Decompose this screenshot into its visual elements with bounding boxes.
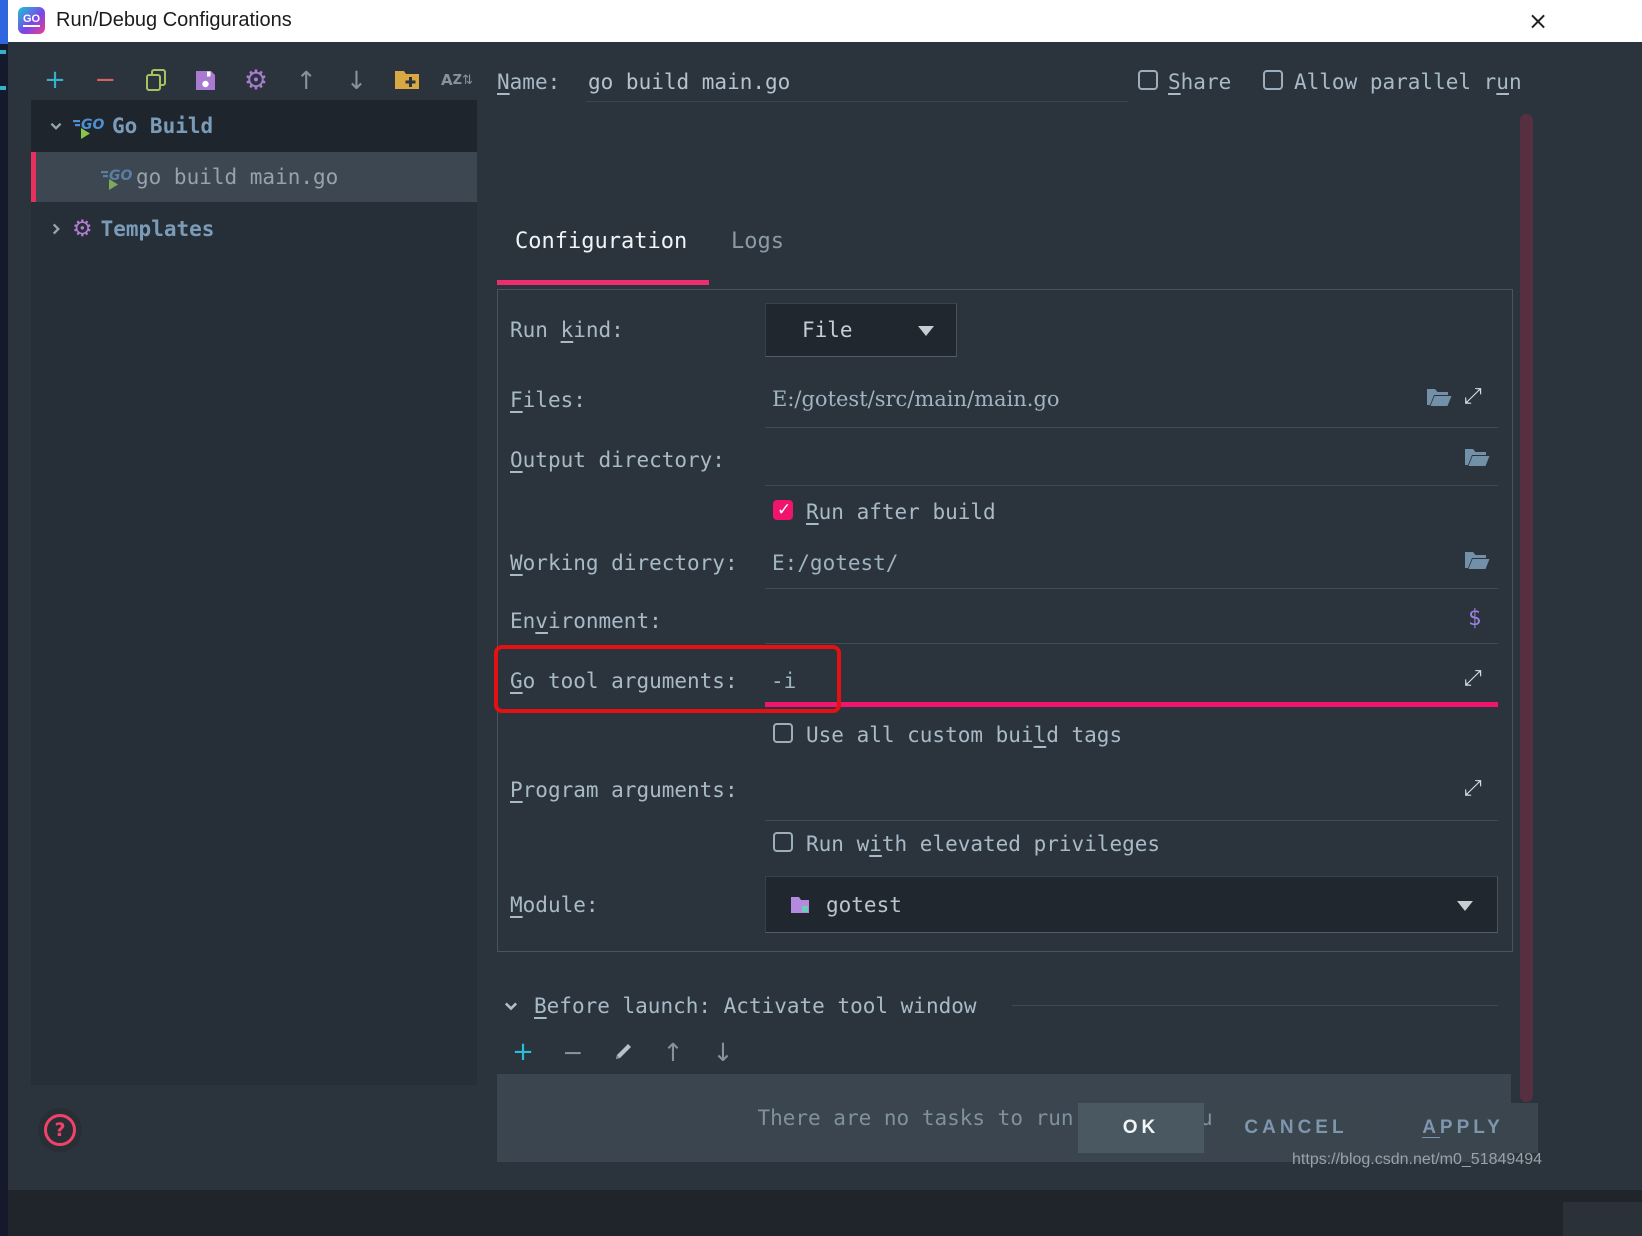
environment-label: Environment: — [510, 609, 662, 633]
working-directory-underline — [765, 588, 1498, 589]
share-checkbox[interactable] — [1138, 70, 1158, 90]
browse-folder-icon[interactable] — [1464, 549, 1490, 571]
new-folder-icon[interactable] — [392, 64, 422, 96]
move-task-down-icon[interactable]: ↓ — [708, 1036, 738, 1068]
dialog-body: + − ⚙ ↑ ↓ — [8, 42, 1642, 1190]
ok-button[interactable]: OK — [1078, 1103, 1204, 1153]
run-kind-label: Run kind: — [510, 318, 624, 342]
go-build-icon: GO — [100, 164, 132, 190]
files-underline — [765, 427, 1498, 428]
remove-task-icon[interactable]: − — [558, 1036, 588, 1068]
before-launch-header[interactable]: Before launch: Activate tool window — [534, 994, 977, 1018]
titlebar: GO Run/Debug Configurations × — [0, 0, 1642, 42]
working-directory-label: Working directory: — [510, 551, 738, 575]
module-label: Module: — [510, 893, 599, 917]
move-up-icon[interactable]: ↑ — [291, 64, 321, 96]
edit-task-pencil-icon[interactable] — [608, 1036, 638, 1068]
question-mark-icon: ? — [44, 1114, 76, 1146]
chevron-down-icon[interactable] — [502, 997, 520, 1019]
move-down-icon[interactable]: ↓ — [342, 64, 372, 96]
name-underline — [586, 101, 1128, 102]
apply-button[interactable]: APPLY — [1388, 1103, 1538, 1153]
goland-logo-icon: GO — [18, 7, 45, 34]
module-folder-icon — [790, 895, 812, 915]
tree-group-templates[interactable]: ⚙ Templates — [31, 205, 477, 253]
close-icon[interactable]: × — [1516, 2, 1560, 40]
tree-group-go-build[interactable]: GO Go Build — [31, 100, 477, 152]
focused-field-underline — [765, 702, 1498, 707]
tab-logs[interactable]: Logs — [731, 229, 784, 254]
files-label: Files: — [510, 388, 586, 412]
annotation-highlight-box — [494, 645, 841, 713]
name-input[interactable]: go build main.go — [588, 70, 790, 94]
go-build-icon: GO — [72, 113, 104, 139]
add-task-icon[interactable]: + — [508, 1036, 538, 1068]
background-strip — [8, 1190, 1642, 1236]
help-button[interactable]: ? — [38, 1108, 82, 1152]
run-after-build-label[interactable]: Run after build — [806, 500, 996, 524]
configurations-toolbar: + − ⚙ ↑ ↓ — [40, 60, 472, 100]
tree-item-go-build-main-go[interactable]: GO go build main.go — [31, 152, 477, 202]
share-label[interactable]: Share — [1168, 70, 1231, 94]
add-configuration-icon[interactable]: + — [40, 64, 70, 96]
chevron-down-icon[interactable] — [48, 118, 64, 134]
tree-group-label: Templates — [101, 217, 215, 241]
tree-group-label: Go Build — [112, 114, 213, 138]
run-kind-value: File — [802, 318, 853, 342]
csdn-watermark: https://blog.csdn.net/m0_51849494 — [1292, 1151, 1542, 1169]
run-debug-configurations-dialog: GO Run/Debug Configurations × + − ⚙ — [0, 0, 1642, 1236]
working-directory-input[interactable]: E:/gotest/ — [772, 551, 898, 575]
allow-parallel-run-label[interactable]: Allow parallel run — [1294, 70, 1522, 94]
active-tab-indicator — [497, 280, 709, 285]
expand-field-icon[interactable]: ⤢ — [1464, 776, 1482, 801]
tab-configuration[interactable]: Configuration — [515, 229, 687, 254]
tree-item-label: go build main.go — [136, 165, 338, 189]
module-value: gotest — [826, 893, 902, 917]
before-launch-divider — [1012, 1005, 1498, 1006]
elevated-privileges-label[interactable]: Run with elevated privileges — [806, 832, 1160, 856]
environment-variables-icon[interactable]: $ — [1468, 606, 1481, 631]
remove-configuration-icon[interactable]: − — [90, 64, 120, 96]
browse-folder-icon[interactable] — [1426, 386, 1452, 408]
before-launch-toolbar: + − ↑ ↓ — [508, 1034, 738, 1070]
use-custom-build-tags-label[interactable]: Use all custom build tags — [806, 723, 1122, 747]
allow-parallel-run-checkbox[interactable] — [1263, 70, 1283, 90]
chevron-down-icon — [1457, 901, 1473, 911]
module-dropdown[interactable]: gotest — [765, 876, 1498, 933]
edge-artifact — [0, 50, 6, 54]
move-task-up-icon[interactable]: ↑ — [658, 1036, 688, 1068]
cancel-button[interactable]: CANCEL — [1214, 1103, 1378, 1153]
sort-alphabetically-icon[interactable]: AZ⇅ — [442, 64, 472, 96]
environment-underline — [765, 643, 1498, 644]
window-edge-top — [0, 0, 8, 44]
browse-folder-icon[interactable] — [1464, 446, 1490, 468]
chevron-down-icon — [918, 326, 934, 336]
expand-field-icon[interactable]: ⤢ — [1464, 666, 1482, 691]
run-after-build-checkbox[interactable] — [773, 500, 793, 520]
output-directory-label: Output directory: — [510, 448, 725, 472]
edit-templates-gear-icon[interactable]: ⚙ — [241, 64, 271, 96]
expand-field-icon[interactable]: ⤢ — [1464, 384, 1482, 409]
name-label: Name: — [497, 70, 560, 94]
vertical-scrollbar[interactable] — [1520, 114, 1533, 1102]
run-kind-dropdown[interactable]: File — [765, 303, 957, 357]
program-arguments-underline — [765, 820, 1498, 821]
background-block — [1563, 1202, 1642, 1236]
window-title: Run/Debug Configurations — [56, 9, 292, 32]
save-configuration-icon[interactable] — [191, 64, 221, 96]
templates-gear-icon: ⚙ — [72, 216, 93, 242]
window-edge-strip — [0, 0, 8, 1236]
elevated-privileges-checkbox[interactable] — [773, 832, 793, 852]
chevron-right-icon[interactable] — [48, 221, 64, 237]
files-input[interactable]: E:/gotest/src/main/main.go — [772, 387, 1060, 411]
output-directory-underline — [765, 485, 1498, 486]
edge-artifact — [0, 86, 6, 90]
configurations-tree: GO Go Build GO go build main.go — [31, 100, 477, 1085]
use-custom-build-tags-checkbox[interactable] — [773, 723, 793, 743]
copy-configuration-icon[interactable] — [141, 64, 171, 96]
program-arguments-label: Program arguments: — [510, 778, 738, 802]
